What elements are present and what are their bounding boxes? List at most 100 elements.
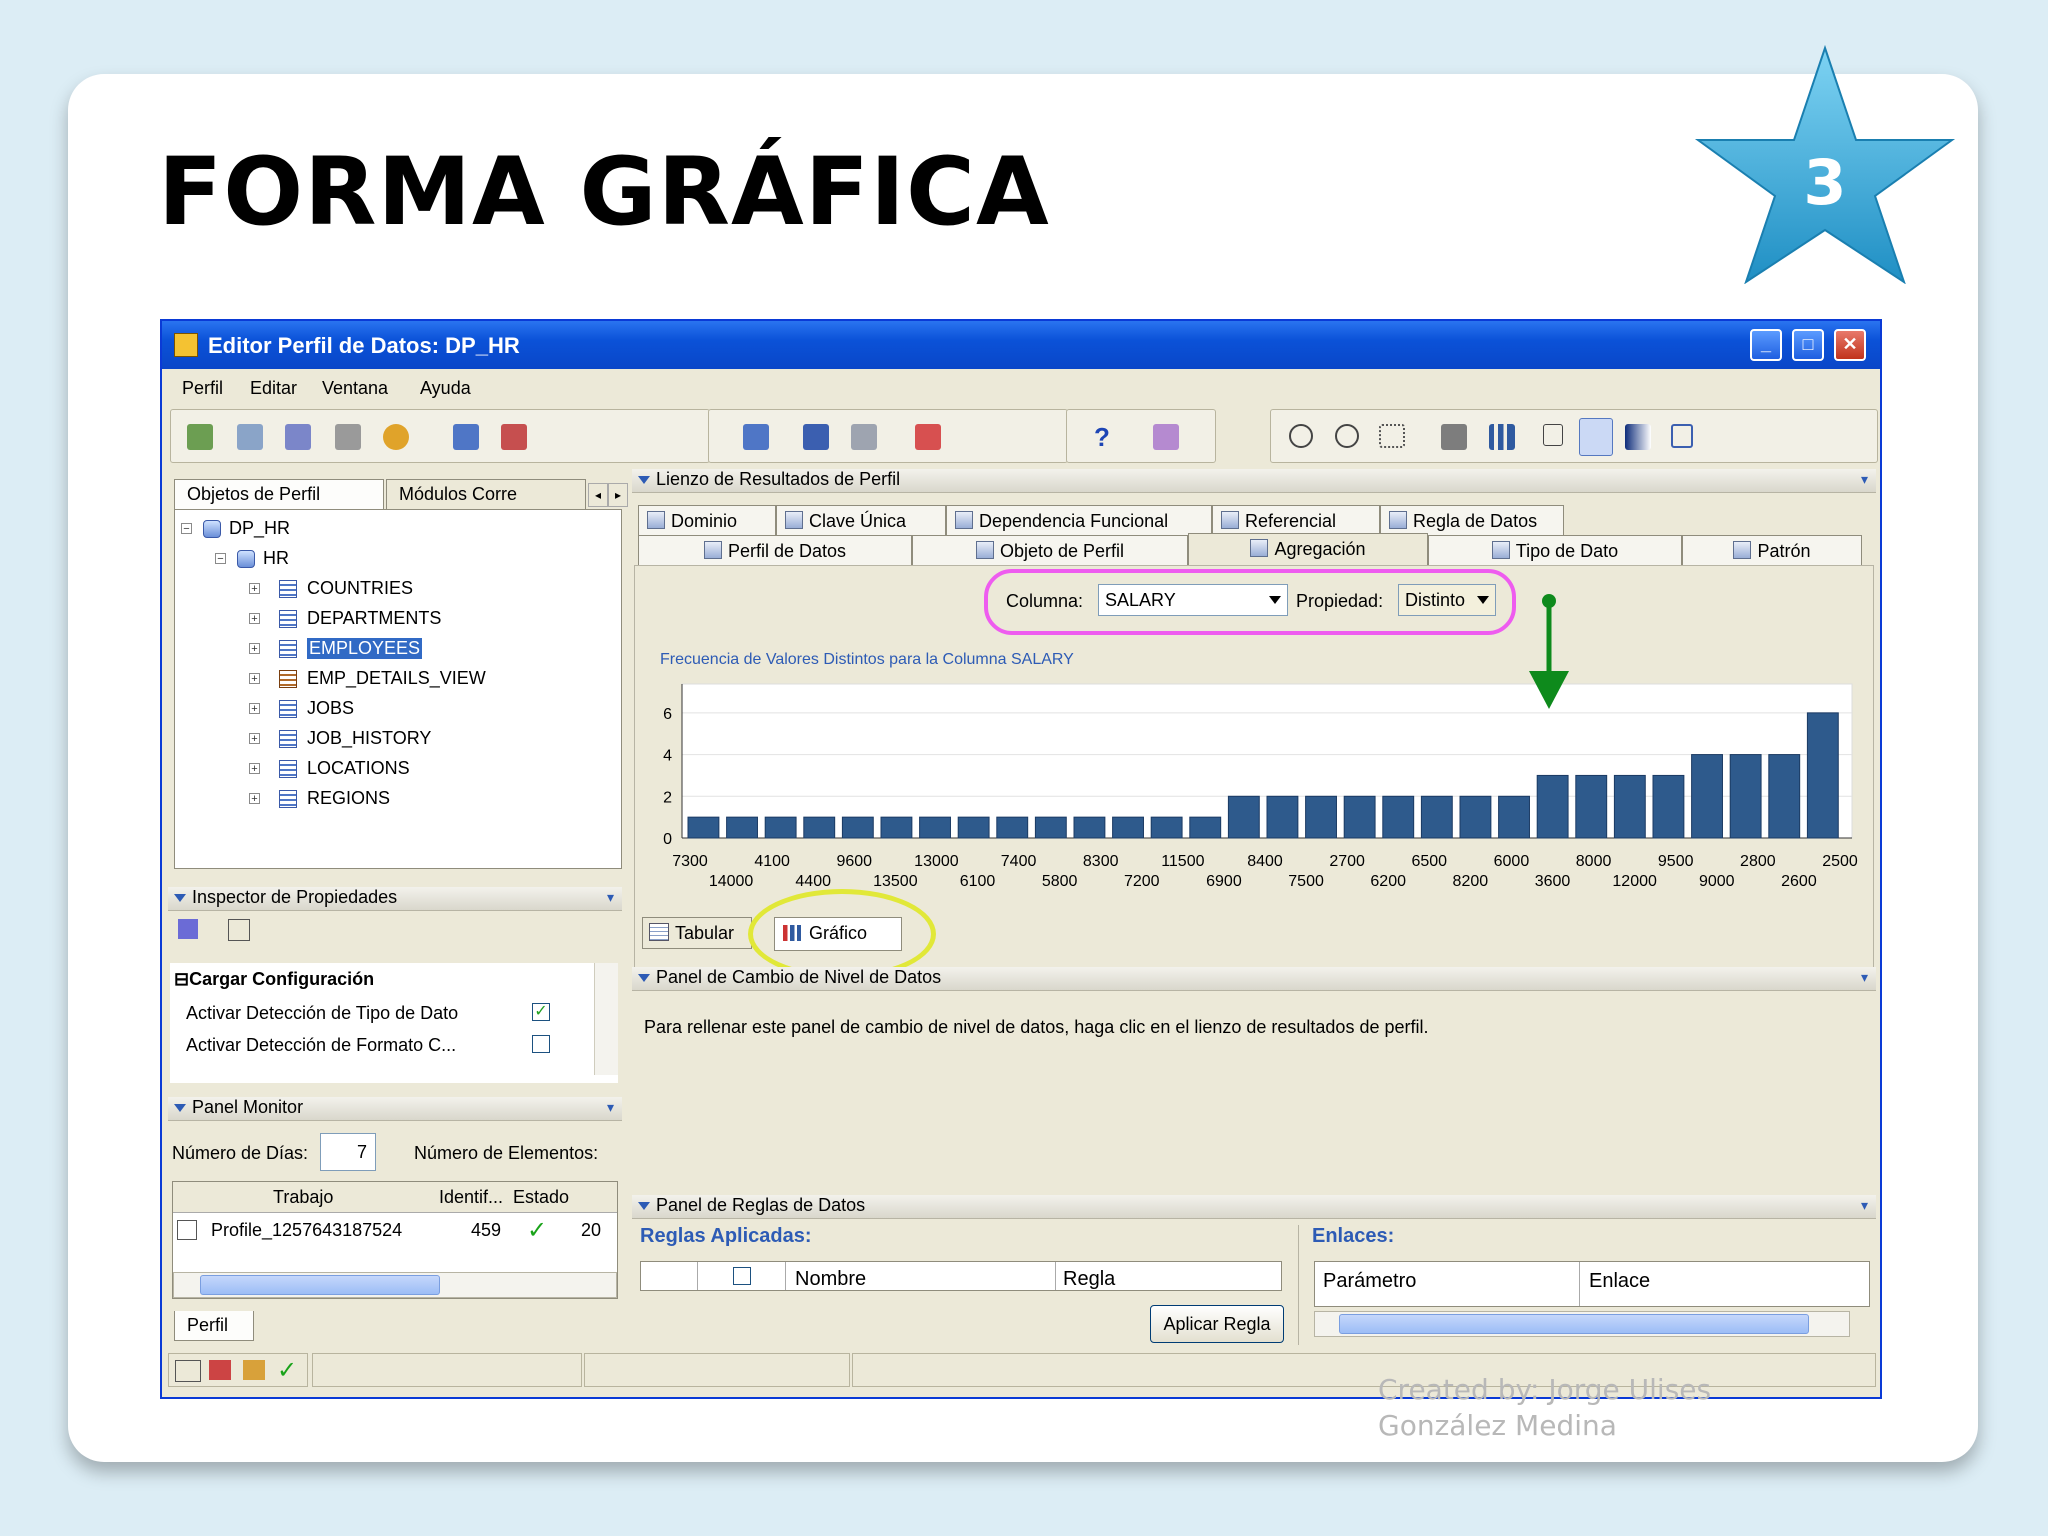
tab-tipo-de-dato[interactable]: Tipo de Dato (1428, 535, 1682, 565)
column-header[interactable]: Enlace (1589, 1270, 1650, 1293)
tab-objetos-de-perfil[interactable]: Objetos de Perfil (174, 479, 384, 509)
table-add-icon[interactable] (453, 424, 479, 450)
menu-ventana[interactable]: Ventana (322, 378, 388, 399)
x-tick-label: 14000 (709, 873, 754, 890)
tab-dependencia-funcional[interactable]: Dependencia Funcional (946, 505, 1212, 535)
fit-icon[interactable] (1379, 424, 1405, 448)
monitor-hscrollbar[interactable] (173, 1272, 617, 1298)
tree-item-label: REGIONS (307, 788, 391, 808)
tab-label: Objetos de Perfil (187, 484, 321, 504)
wand-icon[interactable] (178, 919, 198, 939)
chart-bar (764, 816, 797, 839)
menu-ayuda[interactable]: Ayuda (420, 378, 471, 399)
comment-icon[interactable] (851, 424, 877, 450)
tab-referencial[interactable]: Referencial (1212, 505, 1380, 535)
tab-scroll-right-button[interactable]: ▸ (608, 483, 628, 507)
days-spinner[interactable]: 7 (320, 1133, 376, 1171)
fill-icon[interactable] (1625, 424, 1651, 450)
column-header[interactable]: Estado (513, 1187, 569, 1208)
print-icon[interactable] (335, 424, 361, 450)
apply-rule-button[interactable]: Aplicar Regla (1150, 1305, 1284, 1343)
column-header[interactable]: Parámetro (1323, 1270, 1416, 1293)
expand-icon[interactable]: + (249, 703, 260, 715)
pin-icon[interactable]: ▾ (607, 1099, 614, 1116)
bar-chart-icon[interactable] (1489, 424, 1515, 450)
expand-icon[interactable]: + (249, 643, 260, 655)
inspector-section[interactable]: ⊟Cargar Configuración (174, 969, 374, 990)
star-badge: 3 (1694, 44, 1956, 284)
menu-editar[interactable]: Editar (250, 378, 297, 399)
tab-patron[interactable]: Patrón (1682, 535, 1862, 565)
expand-icon[interactable]: + (249, 793, 260, 805)
ear-icon[interactable] (383, 424, 409, 450)
pin-icon[interactable]: ▾ (1861, 969, 1868, 986)
schema-icon (237, 550, 255, 568)
y-tick-label: 6 (663, 706, 672, 723)
pin-icon[interactable]: ▾ (1861, 1197, 1868, 1214)
tag-icon[interactable] (285, 424, 311, 450)
tab-regla-de-datos[interactable]: Regla de Datos (1380, 505, 1564, 535)
arrow-key-icon[interactable] (803, 424, 829, 450)
tab-label: Tipo de Dato (1515, 541, 1619, 561)
minimize-button[interactable]: _ (1750, 329, 1782, 361)
detect-datatype-checkbox[interactable]: ✓ (532, 1003, 550, 1021)
binary-icon[interactable] (175, 1360, 201, 1382)
status-cell (312, 1353, 582, 1387)
tab-modulos-corre[interactable]: Módulos Corre (386, 479, 586, 509)
table-remove-icon[interactable] (501, 424, 527, 450)
select-icon[interactable] (1441, 424, 1467, 450)
tab-label: Tabular (675, 923, 735, 943)
x-tick-label: 5800 (1042, 873, 1078, 890)
expand-icon[interactable]: + (249, 733, 260, 745)
scroll-thumb[interactable] (200, 1275, 440, 1295)
table-row[interactable]: Profile_1257643187524 459 ✓ 20 (173, 1217, 617, 1250)
chart-bar (919, 816, 951, 839)
check-icon[interactable]: ✓ (277, 1356, 297, 1385)
grid-icon[interactable] (743, 424, 769, 450)
close-button[interactable]: ✕ (1834, 329, 1866, 361)
tab-perfil-de-datos[interactable]: Perfil de Datos (638, 535, 912, 565)
pencil-icon[interactable] (243, 1360, 265, 1380)
expand-icon[interactable]: + (249, 613, 260, 625)
copy-icon[interactable] (237, 424, 263, 450)
target-icon[interactable] (915, 424, 941, 450)
tab-clave-unica[interactable]: Clave Única (776, 505, 946, 535)
tab-scroll-left-button[interactable]: ◂ (588, 483, 608, 507)
grid-view-icon[interactable] (1579, 418, 1613, 456)
tab-agregacion[interactable]: Agregación (1188, 533, 1428, 567)
links-hscrollbar[interactable] (1314, 1311, 1850, 1337)
pin-icon[interactable]: ▾ (1861, 471, 1868, 488)
zoom-out-icon[interactable] (1335, 424, 1359, 448)
help-icon[interactable]: ? (1089, 424, 1115, 450)
list-icon[interactable] (1543, 424, 1563, 446)
maximize-button[interactable]: □ (1792, 329, 1824, 361)
properties-icon[interactable] (228, 919, 250, 941)
tab-tabular[interactable]: Tabular (642, 917, 752, 949)
detect-format-checkbox[interactable] (532, 1035, 550, 1053)
collapse-icon[interactable]: − (181, 523, 192, 535)
tree-item-label: COUNTRIES (307, 578, 414, 598)
tab-perfil[interactable]: Perfil (174, 1311, 254, 1341)
expand-icon[interactable]: + (249, 763, 260, 775)
menu-perfil[interactable]: Perfil (182, 378, 223, 399)
column-header[interactable]: Identif... (439, 1187, 503, 1208)
select-all-checkbox[interactable] (733, 1267, 751, 1285)
scroll-thumb[interactable] (1339, 1314, 1809, 1334)
column-header[interactable]: Nombre (795, 1268, 866, 1291)
delete-icon[interactable] (209, 1360, 231, 1380)
column-header[interactable]: Regla (1063, 1268, 1115, 1291)
tab-dominio[interactable]: Dominio (638, 505, 776, 535)
inspector-scrollbar[interactable] (594, 963, 618, 1075)
x-tick-label: 11500 (1161, 853, 1204, 870)
cube-icon[interactable] (1671, 424, 1693, 448)
x-tick-label: 8200 (1453, 873, 1489, 890)
column-header[interactable]: Trabajo (273, 1187, 333, 1208)
collapse-icon[interactable]: − (215, 553, 226, 565)
database-icon[interactable] (187, 424, 213, 450)
expand-icon[interactable]: + (249, 583, 260, 595)
expand-icon[interactable]: + (249, 673, 260, 685)
tab-objeto-de-perfil[interactable]: Objeto de Perfil (912, 535, 1188, 565)
pin-icon[interactable]: ▾ (607, 889, 614, 906)
flashlight-icon[interactable] (1153, 424, 1179, 450)
zoom-in-icon[interactable] (1289, 424, 1313, 448)
